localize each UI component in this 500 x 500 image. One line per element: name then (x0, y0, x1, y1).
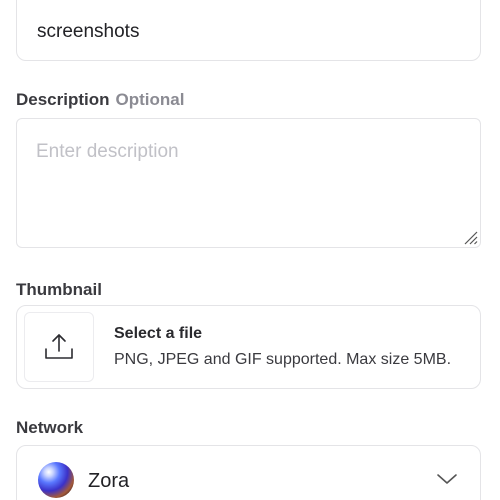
create-collection-form: Description Optional Thumbnail Select a f… (0, 0, 500, 500)
network-select[interactable]: Zora (16, 445, 481, 500)
description-field[interactable] (16, 118, 481, 248)
thumbnail-uploader[interactable]: Select a file PNG, JPEG and GIF supporte… (16, 305, 481, 389)
name-field[interactable] (16, 0, 481, 61)
description-label-text: Description (16, 90, 110, 109)
network-selected-value: Zora (88, 470, 130, 492)
zora-orb-icon (38, 462, 74, 498)
thumbnail-label: Thumbnail (16, 280, 102, 299)
description-textarea[interactable] (17, 119, 480, 247)
chevron-down-icon[interactable] (436, 472, 458, 486)
resize-handle-icon[interactable] (462, 229, 478, 245)
network-label: Network (16, 418, 84, 437)
upload-tile[interactable] (24, 312, 94, 382)
upload-icon (45, 334, 73, 359)
supported-formats-text: PNG, JPEG and GIF supported. Max size 5M… (114, 351, 452, 368)
optional-tag: Optional (115, 90, 185, 109)
name-input[interactable] (37, 20, 460, 43)
select-file-title: Select a file (114, 325, 203, 342)
description-label: Description Optional (16, 90, 184, 110)
